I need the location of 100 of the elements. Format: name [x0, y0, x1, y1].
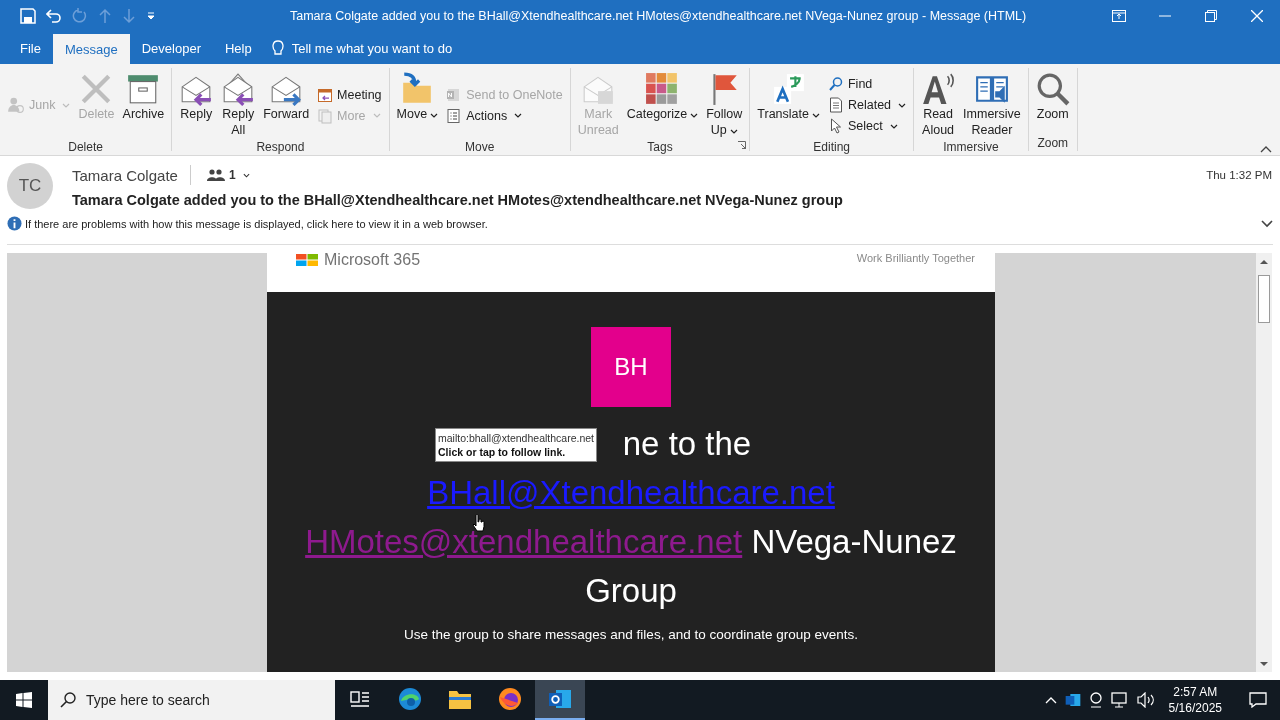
info-icon [7, 216, 22, 231]
group-label: Move [465, 140, 495, 154]
ribbon-button[interactable]: Read Aloud [918, 70, 959, 140]
ribbon-button[interactable]: Categorize [623, 70, 702, 124]
caret-icon [729, 129, 738, 134]
group-label: Delete [68, 140, 103, 154]
close-icon [1251, 10, 1263, 22]
ribbon-tab[interactable]: File [8, 32, 53, 64]
dialog-launcher-icon[interactable] [738, 141, 747, 149]
scrollbar-thumb[interactable] [1258, 275, 1270, 323]
pages-icon [317, 107, 334, 124]
customize-icon[interactable] [146, 11, 156, 21]
tagline: Work Brilliantly Together [856, 253, 975, 264]
group-label: Tags [647, 140, 673, 154]
list-icon [446, 107, 463, 124]
down-arrow-icon [1260, 661, 1268, 667]
archive-box-icon [126, 72, 161, 106]
search-icon [60, 692, 76, 708]
ribbon-button[interactable]: Translate [754, 70, 823, 124]
zoom-icon [1035, 72, 1070, 106]
heading-text: ne to the [622, 424, 752, 464]
pointer-icon [828, 118, 844, 134]
mail-app-icon[interactable] [1064, 692, 1081, 708]
chevron-up-icon[interactable] [1044, 696, 1057, 704]
sender-avatar: TC [7, 163, 53, 209]
caret-icon [690, 113, 699, 118]
heading-text: NVega-Nunez [751, 523, 957, 560]
ribbon-tab[interactable]: Developer [129, 32, 213, 64]
folder-icon [448, 688, 472, 710]
ribbon-button[interactable]: Reply [176, 70, 217, 124]
restore-icon [1205, 10, 1217, 22]
ribbon-button[interactable]: Move [393, 70, 442, 124]
notification-icon[interactable] [1249, 692, 1267, 708]
calendar-icon [317, 86, 334, 103]
minimize-icon [1159, 15, 1171, 17]
redo-icon [72, 8, 88, 24]
volume-icon[interactable] [1136, 692, 1155, 708]
windows-logo-icon [16, 692, 32, 708]
caret-icon [812, 113, 820, 118]
group-label: Editing [813, 140, 851, 154]
caret-icon [242, 172, 250, 178]
windows-logo-icon [296, 254, 318, 266]
window-title: Tamara Colgate added you to the BHall@Xtendhealthcare.net HMotes@xtendhealthcare.net NVega-Nunez group - Message (HTML) [290, 9, 1028, 23]
search-icon [828, 76, 844, 92]
ribbon-button[interactable]: Meeting [314, 84, 385, 105]
caret-icon [898, 102, 907, 108]
info-bar-text[interactable]: If there are problems with how this message is displayed, click here to view it in a web browser. [25, 217, 488, 230]
caret-icon [514, 113, 523, 118]
caret-icon [372, 113, 381, 118]
ribbon-button[interactable]: Zoom [1032, 70, 1073, 124]
envelope-arrow-icon [221, 72, 256, 106]
sender-name: Tamara Colgate [72, 166, 178, 184]
group-label: Respond [256, 140, 305, 154]
group-description: Use the group to share messages and files, and to coordinate group events. [404, 627, 858, 642]
letter-sound-icon [921, 72, 956, 106]
caret-icon [430, 113, 439, 118]
caret-icon [62, 102, 71, 108]
taskbar-clock[interactable]: 2:57 AM 5/16/2025 [1162, 684, 1228, 716]
ribbon-button[interactable]: Related [825, 95, 910, 115]
tiles-icon [645, 72, 680, 106]
collapse-ribbon-icon[interactable] [1260, 145, 1272, 153]
browser-icon [398, 687, 422, 711]
ribbon-tab[interactable]: Message [52, 34, 130, 64]
ribbon-button[interactable]: Find [825, 74, 910, 94]
webcam-icon[interactable] [1088, 692, 1103, 708]
heading-text: Group [585, 572, 677, 609]
people-icon [206, 169, 225, 181]
up-arrow-icon [98, 8, 112, 24]
ribbon-button[interactable]: Select [825, 116, 910, 136]
network-icon[interactable] [1110, 692, 1129, 708]
link-tooltip: mailto:bhall@xtendhealthcare.net Click or tap to follow link. [435, 428, 597, 462]
brand-name: Microsoft 365 [324, 253, 421, 269]
task-view-icon [350, 690, 370, 708]
down-arrow-icon [122, 8, 136, 24]
caret-icon [889, 123, 898, 129]
recipients-button[interactable]: 1 [202, 168, 254, 182]
ribbon-button[interactable]: Immersive Reader [960, 70, 1024, 140]
ribbon-display-icon [1112, 10, 1126, 22]
save-icon[interactable] [20, 8, 36, 24]
fox-browser-icon [498, 687, 522, 711]
ribbon-tab[interactable]: Help [212, 32, 264, 64]
lightbulb-icon [271, 40, 284, 56]
ribbon-button[interactable]: Follow Up [703, 70, 746, 140]
group-label: Immersive [943, 140, 999, 154]
undo-icon[interactable] [46, 8, 62, 24]
up-arrow-icon [1260, 258, 1268, 264]
ribbon-button[interactable]: Actions [443, 105, 566, 126]
translate-icon [771, 72, 806, 106]
group-label: Zoom [1037, 135, 1069, 151]
group-badge: BH [591, 327, 671, 407]
ribbon-button[interactable]: Archive [119, 70, 168, 124]
document-icon [828, 97, 844, 113]
tell-me-field[interactable]: Tell me what you want to do [291, 40, 453, 56]
ribbon-button[interactable]: Reply All [218, 70, 259, 140]
person-icon [7, 96, 25, 114]
expand-icon[interactable] [1261, 220, 1273, 228]
taskbar-search-field[interactable]: Type here to search [48, 680, 335, 720]
mail-app-icon [548, 688, 572, 710]
ribbon-button[interactable]: Forward [260, 70, 313, 124]
received-date: Thu 1:32 PM [1206, 169, 1272, 181]
